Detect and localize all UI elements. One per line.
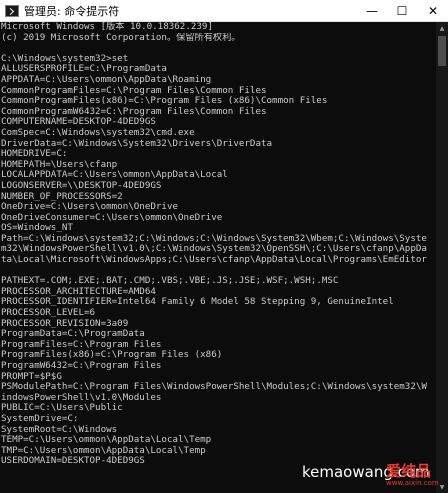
- minimize-button[interactable]: —: [357, 0, 387, 21]
- console-line: APPDATA=C:\Users\ommon\AppData\Roaming: [1, 74, 212, 85]
- console-line: ProgramFiles=C:\Program Files: [1, 339, 162, 350]
- watermark-brand-text: 爱纯品: [386, 462, 432, 480]
- scroll-thumb[interactable]: [438, 36, 446, 66]
- console-line: PROCESSOR_ARCHITECTURE=AMD64: [1, 286, 156, 297]
- vertical-scrollbar[interactable]: ▲ ▼: [436, 22, 448, 493]
- console-line: PSModulePath=C:\Program Files\WindowsPow…: [1, 382, 427, 393]
- console-line: ta\Local\Microsoft\WindowsApps;C:\Users\…: [1, 255, 427, 266]
- scroll-up-arrow-icon[interactable]: ▲: [436, 22, 448, 34]
- console-line: PROCESSOR_LEVEL=6: [1, 308, 96, 319]
- console-line: CommonProgramFiles=C:\Program Files\Comm…: [1, 85, 267, 96]
- console-line: PROMPT=$P$G: [1, 371, 62, 382]
- console-line: HOMEDRIVE=C:: [1, 149, 68, 160]
- console-line: ProgramFiles(x86)=C:\Program Files (x86): [1, 350, 223, 361]
- console-line: HOMEPATH=\Users\cfanp: [1, 159, 118, 170]
- console-line: LOGONSERVER=\\DESKTOP-4DED9GS: [1, 180, 162, 191]
- cmd-icon: [5, 4, 19, 17]
- console-line: CommonProgramW6432=C:\Program Files\Comm…: [1, 106, 267, 117]
- close-button[interactable]: ✕: [418, 0, 448, 21]
- console-line: DriverData=C:\Windows\System32\Drivers\D…: [1, 138, 273, 149]
- console-line: TEMP=C:\Users\ommon\AppData\Local\Temp: [1, 435, 212, 446]
- console-line: SystemDrive=C:: [1, 413, 79, 424]
- console-line: PROCESSOR_IDENTIFIER=Intel64 Family 6 Mo…: [1, 297, 394, 308]
- console-line: OS=Windows_NT: [1, 223, 73, 234]
- maximize-button[interactable]: ☐: [387, 0, 417, 21]
- console-line: ProgramW6432=C:\Program Files: [1, 361, 162, 371]
- console-line: CommonProgramFiles(x86)=C:\Program Files…: [1, 96, 328, 107]
- watermark-url: www.aixin.com: [386, 479, 439, 487]
- console-line: NUMBER_OF_PROCESSORS=2: [1, 191, 123, 202]
- console-line: Path=C:\Windows\system32;C:\Windows;C:\W…: [1, 233, 427, 244]
- title-bar[interactable]: 管理员: 命令提示符 — ☐ ✕: [0, 0, 448, 22]
- window-title: 管理员: 命令提示符: [24, 4, 120, 18]
- console-line: TMP=C:\Users\ommon\AppData\Local\Temp: [1, 445, 206, 456]
- console-line: PATHEXT=.COM;.EXE;.BAT;.CMD;.VBS;.VBE;.J…: [1, 276, 339, 287]
- watermark-logo: 爱纯品 www.aixin.com: [386, 460, 439, 490]
- console-line: SystemRoot=C:\Windows: [1, 424, 118, 435]
- console-line: ComSpec=C:\Windows\system32\cmd.exe: [1, 127, 195, 138]
- console-line: PUBLIC=C:\Users\Public: [1, 403, 123, 414]
- console-line: OneDrive=C:\Users\ommon\OneDrive: [1, 202, 179, 213]
- console-line: ProgramData=C:\ProgramData: [1, 329, 145, 340]
- console-line: (c) 2019 Microsoft Corporation。保留所有权利。: [1, 32, 241, 43]
- console-line: C:\Windows\system32>set: [1, 53, 129, 64]
- console-line: ALLUSERSPROFILE=C:\ProgramData: [1, 64, 167, 75]
- command-prompt-window: 管理员: 命令提示符 — ☐ ✕ Microsoft Windows [版本 1…: [0, 0, 448, 493]
- console-line: indowsPowerShell\v1.0\Modules: [1, 392, 162, 403]
- console-line: Microsoft Windows [版本 10.0.18362.239]: [1, 22, 213, 32]
- console-line: COMPUTERNAME=DESKTOP-4DED9GS: [1, 117, 156, 128]
- console-output[interactable]: Microsoft Windows [版本 10.0.18362.239] (c)…: [0, 22, 436, 493]
- console-line: LOCALAPPDATA=C:\Users\ommon\AppData\Loca…: [1, 170, 228, 181]
- console-line: m32\WindowsPowerShell\v1.0\;C:\Windows\S…: [1, 244, 427, 255]
- console-line: OneDriveConsumer=C:\Users\ommon\OneDrive: [1, 212, 223, 223]
- console-line: PROCESSOR_REVISION=3a09: [1, 318, 129, 329]
